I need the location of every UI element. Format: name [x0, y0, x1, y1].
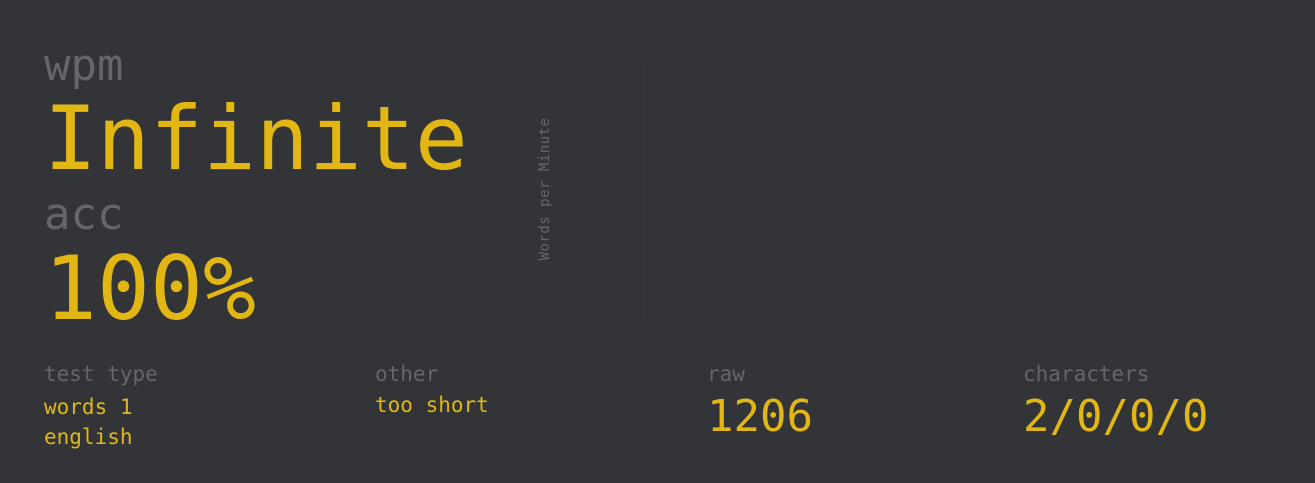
raw-label: raw: [707, 362, 745, 386]
other-label: other: [375, 362, 439, 386]
acc-label: acc: [44, 189, 124, 240]
wpm-value: Infinite: [44, 87, 468, 190]
test-type-label: test type: [44, 362, 158, 386]
characters-value: 2/0/0/0: [1023, 391, 1209, 442]
test-type-language: english: [44, 425, 133, 449]
acc-value: 100%: [44, 237, 256, 340]
characters-label: characters: [1023, 362, 1150, 386]
other-value: too short: [375, 393, 489, 417]
test-type-mode[interactable]: words 1: [44, 397, 133, 418]
raw-value: 1206: [707, 391, 813, 442]
wpm-chart: [647, 57, 1315, 324]
wpm-label: wpm: [44, 40, 124, 91]
chart-y-axis-label: Words per Minute: [537, 117, 553, 261]
